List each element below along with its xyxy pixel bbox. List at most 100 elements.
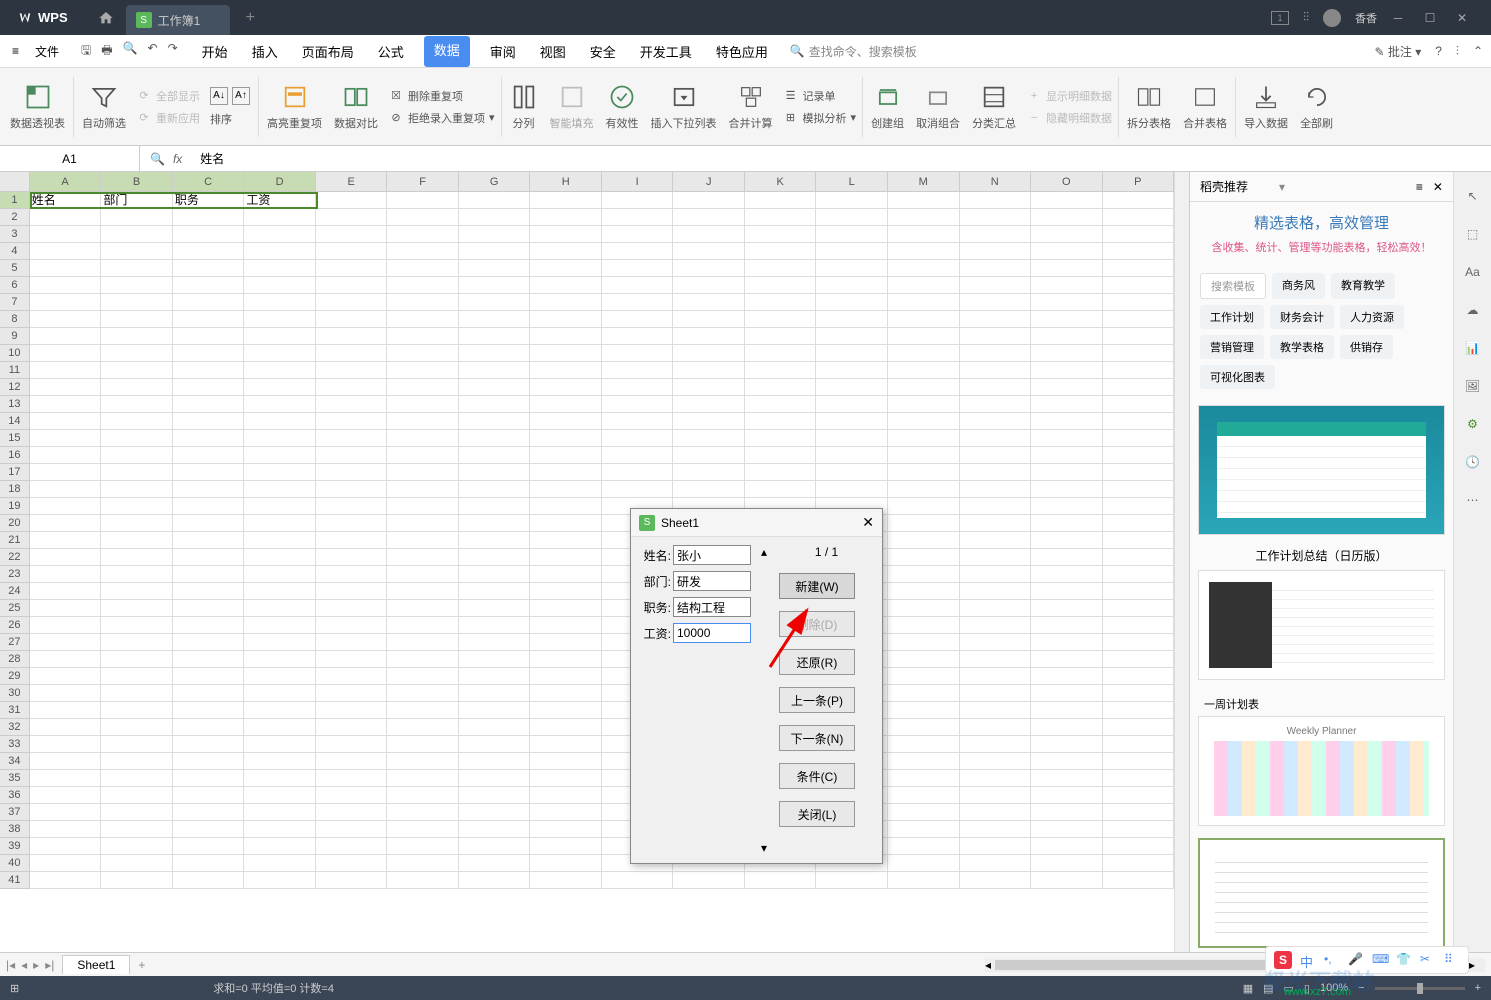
cell[interactable]	[30, 583, 102, 600]
hamburger-icon[interactable]: ≡	[8, 40, 23, 62]
cell[interactable]	[459, 498, 531, 515]
row-header[interactable]: 38	[0, 821, 30, 838]
cell[interactable]	[387, 226, 459, 243]
cell[interactable]	[30, 702, 102, 719]
name-input[interactable]	[673, 545, 751, 565]
cell[interactable]	[745, 192, 817, 209]
cell[interactable]	[316, 396, 388, 413]
cell[interactable]	[960, 277, 1032, 294]
row-header[interactable]: 12	[0, 379, 30, 396]
select-all-corner[interactable]	[0, 172, 30, 191]
cell[interactable]	[244, 447, 316, 464]
menu-tab-安全[interactable]: 安全	[586, 36, 620, 67]
cell[interactable]	[101, 311, 173, 328]
cell[interactable]	[316, 532, 388, 549]
menu-tab-审阅[interactable]: 审阅	[486, 36, 520, 67]
cell[interactable]	[960, 362, 1032, 379]
template-search[interactable]: 搜索模板	[1200, 273, 1266, 299]
cell[interactable]	[1103, 379, 1174, 396]
menu-tab-开始[interactable]: 开始	[198, 36, 232, 67]
panel-menu-icon[interactable]: ≡	[1416, 180, 1423, 194]
cell[interactable]	[459, 294, 531, 311]
cell[interactable]	[30, 753, 102, 770]
cell[interactable]	[888, 209, 960, 226]
cell[interactable]	[530, 668, 602, 685]
cell[interactable]	[101, 736, 173, 753]
cell[interactable]	[173, 787, 245, 804]
row-header[interactable]: 27	[0, 634, 30, 651]
cell[interactable]	[1103, 668, 1174, 685]
cell[interactable]: 部门	[101, 192, 173, 209]
cell[interactable]	[459, 685, 531, 702]
cell[interactable]	[1103, 481, 1174, 498]
cell[interactable]	[745, 430, 817, 447]
cell[interactable]	[173, 226, 245, 243]
cell[interactable]	[316, 583, 388, 600]
ribbon-options[interactable]: ⫶	[1456, 44, 1459, 59]
cell[interactable]	[530, 515, 602, 532]
vertical-scrollbar[interactable]	[1174, 172, 1189, 952]
cell[interactable]	[30, 651, 102, 668]
cell[interactable]	[316, 872, 388, 889]
cell[interactable]	[745, 294, 817, 311]
preview-icon[interactable]: 🔍	[123, 41, 138, 62]
cell[interactable]	[459, 464, 531, 481]
cell[interactable]	[888, 277, 960, 294]
cell[interactable]	[530, 209, 602, 226]
cell[interactable]	[602, 481, 674, 498]
cell[interactable]	[316, 855, 388, 872]
cell[interactable]	[1103, 243, 1174, 260]
cell[interactable]	[530, 396, 602, 413]
template-tag[interactable]: 教育教学	[1331, 273, 1395, 299]
template-tag[interactable]: 工作计划	[1200, 305, 1264, 329]
cell[interactable]	[960, 515, 1032, 532]
tab-home-button[interactable]	[86, 10, 126, 26]
cell[interactable]	[888, 498, 960, 515]
cell[interactable]	[173, 447, 245, 464]
row-header[interactable]: 34	[0, 753, 30, 770]
print-icon[interactable]: 🖶	[101, 41, 112, 62]
row-header[interactable]: 30	[0, 685, 30, 702]
cell[interactable]	[387, 192, 459, 209]
cell[interactable]	[888, 328, 960, 345]
cell[interactable]	[173, 719, 245, 736]
cell[interactable]	[816, 311, 888, 328]
cell[interactable]	[101, 872, 173, 889]
cell[interactable]	[316, 821, 388, 838]
cell[interactable]	[673, 226, 745, 243]
pos-input[interactable]	[673, 597, 751, 617]
user-avatar[interactable]	[1323, 9, 1341, 27]
column-header[interactable]: F	[387, 172, 459, 191]
cell[interactable]	[960, 736, 1032, 753]
cell[interactable]	[1031, 804, 1103, 821]
cell[interactable]	[673, 362, 745, 379]
cell[interactable]	[316, 753, 388, 770]
cell[interactable]	[816, 226, 888, 243]
cell[interactable]	[1031, 855, 1103, 872]
view-normal-icon[interactable]: ▦	[1243, 982, 1253, 995]
cell[interactable]	[459, 821, 531, 838]
template-tag[interactable]: 商务风	[1272, 273, 1325, 299]
cell[interactable]	[1103, 209, 1174, 226]
cell[interactable]	[1031, 634, 1103, 651]
cell[interactable]	[1031, 498, 1103, 515]
cell[interactable]	[1103, 872, 1174, 889]
cell[interactable]	[316, 345, 388, 362]
cell[interactable]	[459, 192, 531, 209]
cell[interactable]	[101, 583, 173, 600]
template-tag[interactable]: 供销存	[1340, 335, 1393, 359]
cell[interactable]	[244, 209, 316, 226]
template-card[interactable]	[1198, 405, 1445, 535]
cell[interactable]	[30, 498, 102, 515]
cell[interactable]	[1031, 345, 1103, 362]
cell[interactable]	[387, 362, 459, 379]
cell[interactable]	[101, 600, 173, 617]
cell[interactable]	[960, 192, 1032, 209]
row-header[interactable]: 22	[0, 549, 30, 566]
cell[interactable]	[673, 209, 745, 226]
cell[interactable]	[387, 277, 459, 294]
cell[interactable]	[101, 345, 173, 362]
row-header[interactable]: 15	[0, 430, 30, 447]
cell[interactable]	[173, 396, 245, 413]
cell[interactable]	[30, 209, 102, 226]
